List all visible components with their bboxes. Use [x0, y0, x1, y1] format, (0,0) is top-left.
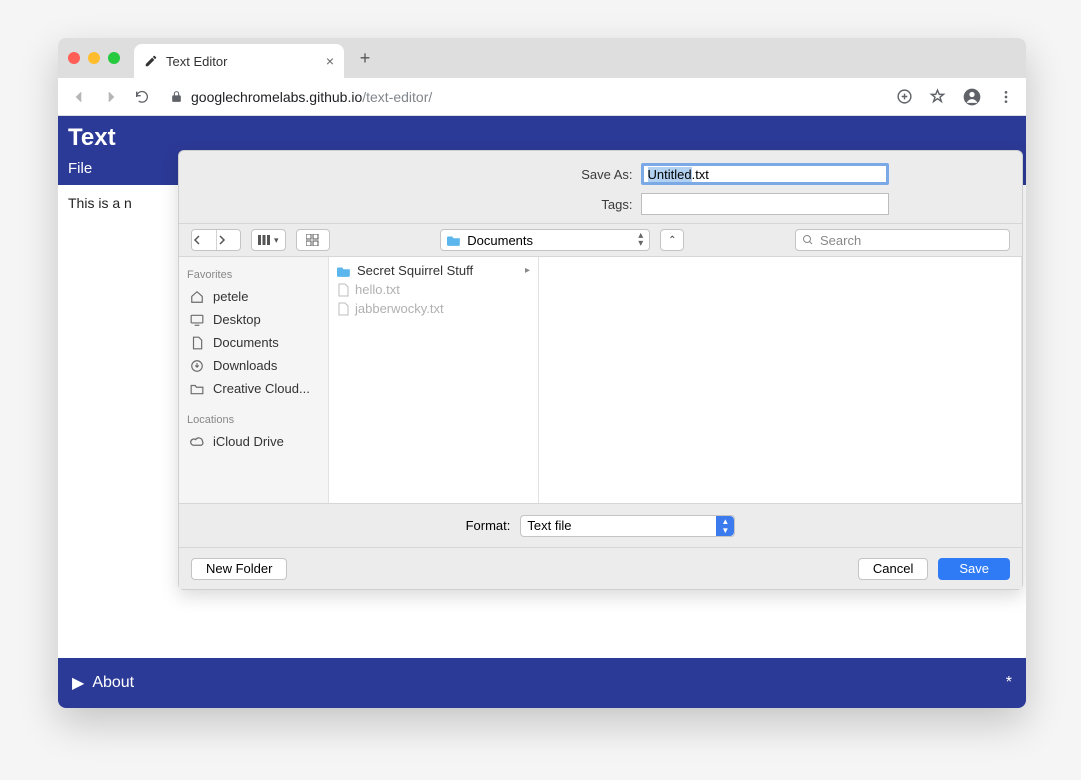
sidebar-item-creative-cloud[interactable]: Creative Cloud...	[187, 377, 320, 400]
minimize-window-dot[interactable]	[88, 52, 100, 64]
format-select[interactable]: Text file ▲▼	[520, 515, 735, 537]
file-icon	[337, 283, 349, 297]
file-browser: Favorites petele Desktop Documents Downl…	[179, 257, 1022, 503]
search-icon	[802, 234, 814, 246]
favorites-heading: Favorites	[187, 269, 320, 281]
window-controls	[68, 52, 134, 64]
collapse-button[interactable]: ⌃	[660, 229, 684, 251]
file-item[interactable]: jabberwocky.txt	[335, 299, 532, 318]
nav-forward-button[interactable]	[216, 230, 240, 250]
view-mode-dropdown[interactable]: ▾	[251, 229, 286, 251]
nav-back-forward	[191, 229, 241, 251]
file-item-folder[interactable]: Secret Squirrel Stuff ▸	[335, 261, 532, 280]
tab-strip: Text Editor × +	[58, 38, 1026, 78]
url-host: googlechromelabs.github.io	[191, 89, 362, 105]
document-icon	[189, 336, 205, 350]
reload-button[interactable]	[134, 89, 150, 105]
folder-grid-icon	[306, 234, 320, 246]
file-item[interactable]: hello.txt	[335, 280, 532, 299]
folder-icon	[189, 383, 205, 395]
address-bar: googlechromelabs.github.io/text-editor/	[58, 78, 1026, 116]
dialog-toolbar: ▾ Documents ▴▾ ⌃ Search	[179, 223, 1022, 257]
stepper-icon: ▴▾	[638, 232, 643, 248]
save-button[interactable]: Save	[938, 558, 1010, 580]
location-name: Documents	[467, 233, 533, 248]
address-bar-actions	[896, 87, 1014, 107]
forward-button[interactable]	[102, 88, 120, 106]
cloud-icon	[189, 436, 205, 447]
sidebar-item-desktop[interactable]: Desktop	[187, 308, 320, 331]
bookmark-star-icon[interactable]	[929, 88, 946, 105]
file-item-label: jabberwocky.txt	[355, 301, 444, 316]
desktop-icon	[189, 313, 205, 327]
url-path: /text-editor/	[362, 89, 432, 105]
chevron-up-icon: ⌃	[668, 235, 676, 246]
format-value: Text file	[527, 518, 571, 533]
browser-window: Text Editor × + googlechromelabs.github.…	[58, 38, 1026, 708]
save-as-input[interactable]: Untitled.txt	[641, 163, 889, 185]
fullscreen-window-dot[interactable]	[108, 52, 120, 64]
tags-label: Tags:	[313, 197, 633, 212]
dialog-bottom: New Folder Cancel Save	[179, 547, 1022, 589]
sidebar-item-label: petele	[213, 289, 248, 304]
tags-input[interactable]	[641, 193, 889, 215]
file-column-2	[539, 257, 1022, 503]
dialog-top: Save As: Untitled.txt Tags:	[179, 151, 1022, 223]
folder-icon	[337, 265, 351, 277]
app-footer: ▶ About *	[58, 658, 1026, 708]
save-as-rest-text: .txt	[692, 167, 709, 182]
install-app-icon[interactable]	[896, 88, 913, 105]
modified-marker: *	[1006, 674, 1012, 692]
file-item-label: Secret Squirrel Stuff	[357, 263, 473, 278]
tab-title: Text Editor	[166, 54, 227, 69]
sidebar-item-documents[interactable]: Documents	[187, 331, 320, 354]
close-window-dot[interactable]	[68, 52, 80, 64]
back-button[interactable]	[70, 88, 88, 106]
url-box[interactable]: googlechromelabs.github.io/text-editor/	[164, 83, 882, 111]
chevron-right-icon: ▸	[525, 265, 530, 276]
location-dropdown[interactable]: Documents ▴▾	[440, 229, 650, 251]
sidebar: Favorites petele Desktop Documents Downl…	[179, 257, 329, 503]
kebab-menu-icon[interactable]	[998, 89, 1014, 105]
sidebar-item-label: Desktop	[213, 312, 261, 327]
save-as-label: Save As:	[313, 167, 633, 182]
locations-heading: Locations	[187, 414, 320, 426]
sidebar-item-downloads[interactable]: Downloads	[187, 354, 320, 377]
downloads-icon	[189, 359, 205, 373]
triangle-right-icon: ▶	[72, 673, 84, 693]
file-item-label: hello.txt	[355, 282, 400, 297]
save-dialog: Save As: Untitled.txt Tags: ▾	[178, 150, 1023, 590]
search-placeholder: Search	[820, 233, 861, 248]
format-label: Format:	[466, 518, 511, 533]
new-tab-button[interactable]: +	[350, 43, 380, 73]
search-box[interactable]: Search	[795, 229, 1010, 251]
about-toggle[interactable]: ▶ About	[72, 673, 134, 693]
format-row: Format: Text file ▲▼	[179, 503, 1022, 547]
sidebar-item-label: iCloud Drive	[213, 434, 284, 449]
sidebar-item-petele[interactable]: petele	[187, 285, 320, 308]
group-button[interactable]	[296, 229, 330, 251]
about-label: About	[92, 674, 134, 692]
sidebar-item-icloud[interactable]: iCloud Drive	[187, 430, 320, 453]
sidebar-item-label: Downloads	[213, 358, 277, 373]
folder-icon	[447, 234, 461, 246]
select-stepper-icon: ▲▼	[716, 516, 734, 536]
sidebar-item-label: Creative Cloud...	[213, 381, 310, 396]
new-folder-button[interactable]: New Folder	[191, 558, 287, 580]
sidebar-item-label: Documents	[213, 335, 279, 350]
browser-tab[interactable]: Text Editor ×	[134, 44, 344, 78]
file-icon	[337, 302, 349, 316]
cancel-button[interactable]: Cancel	[858, 558, 928, 580]
home-icon	[189, 290, 205, 304]
pencil-icon	[144, 54, 158, 68]
save-as-selected-text: Untitled	[648, 167, 692, 182]
chevron-down-icon: ▾	[274, 235, 279, 246]
nav-back-button[interactable]	[192, 230, 216, 250]
profile-avatar-icon[interactable]	[962, 87, 982, 107]
columns-icon	[258, 235, 270, 245]
lock-icon	[170, 90, 183, 103]
url-text: googlechromelabs.github.io/text-editor/	[191, 89, 432, 105]
close-tab-icon[interactable]: ×	[326, 53, 334, 69]
file-column-1: Secret Squirrel Stuff ▸ hello.txt jabber…	[329, 257, 539, 503]
